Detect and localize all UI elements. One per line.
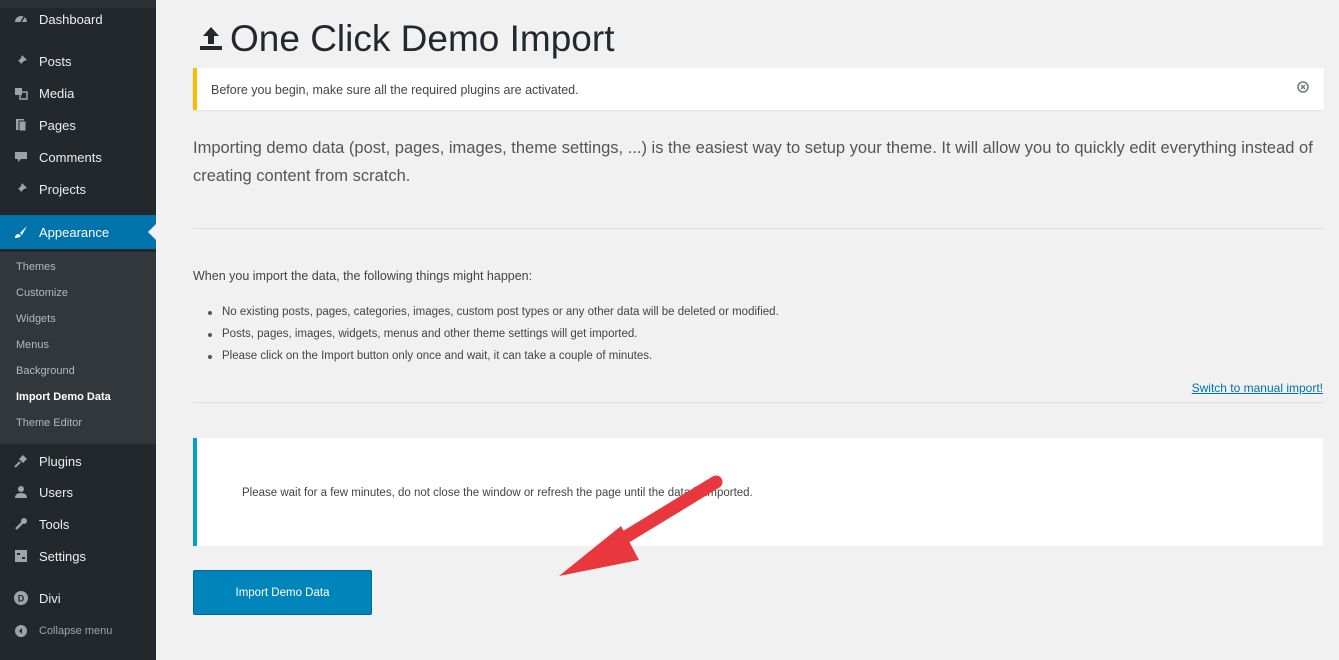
settings-icon <box>11 546 31 566</box>
menu-item-comments[interactable]: Comments <box>0 142 156 172</box>
menu-item-settings[interactable]: Settings <box>0 541 156 571</box>
divi-icon: D <box>11 588 31 608</box>
menu-item-plugins[interactable]: Plugins <box>0 446 156 476</box>
admin-sidebar: Dashboard Posts Media Pages Comments Pro… <box>0 0 156 660</box>
menu-item-label: Users <box>39 484 73 500</box>
switch-to-manual-import-link[interactable]: Switch to manual import! <box>1192 381 1323 395</box>
pin-icon <box>11 51 31 71</box>
appearance-submenu: Themes Customize Widgets Menus Backgroun… <box>0 252 156 444</box>
upload-icon <box>198 25 224 53</box>
menu-item-label: Media <box>39 85 75 101</box>
svg-text:D: D <box>18 594 25 604</box>
page-title-text: One Click Demo Import <box>230 18 615 59</box>
notice-text: Before you begin, make sure all the requ… <box>211 83 579 97</box>
menu-item-label: Projects <box>39 181 86 197</box>
divider <box>193 402 1324 403</box>
dismiss-notice-button[interactable] <box>1296 80 1310 94</box>
media-icon <box>11 83 31 103</box>
menu-item-label: Collapse menu <box>39 625 113 637</box>
menu-item-label: Pages <box>39 117 76 133</box>
collapse-menu-button[interactable]: Collapse menu <box>0 616 156 646</box>
menu-item-users[interactable]: Users <box>0 477 156 507</box>
menu-item-label: Dashboard <box>39 11 103 27</box>
import-info-box: Please wait for a few minutes, do not cl… <box>193 438 1323 546</box>
menu-item-media[interactable]: Media <box>0 78 156 108</box>
collapse-icon <box>11 621 31 641</box>
menu-item-projects[interactable]: Projects <box>0 174 156 204</box>
page-title: One Click Demo Import <box>198 18 615 60</box>
submenu-item-background[interactable]: Background <box>16 365 75 377</box>
submenu-item-themes[interactable]: Themes <box>16 261 56 273</box>
info-list: No existing posts, pages, categories, im… <box>206 301 779 367</box>
close-icon <box>1297 81 1309 93</box>
intro-text: Importing demo data (post, pages, images… <box>193 139 1313 185</box>
menu-item-posts[interactable]: Posts <box>0 46 156 76</box>
menu-item-dashboard[interactable]: Dashboard <box>0 4 156 34</box>
menu-item-label: Divi <box>39 590 61 606</box>
main-content: One Click Demo Import Before you begin, … <box>156 0 1339 660</box>
menu-item-divi[interactable]: D Divi <box>0 583 156 613</box>
submenu-item-widgets[interactable]: Widgets <box>16 313 56 325</box>
comments-icon <box>11 147 31 167</box>
warning-notice: Before you begin, make sure all the requ… <box>193 68 1324 110</box>
menu-item-label: Tools <box>39 516 70 532</box>
annotation-arrow <box>559 475 723 576</box>
list-item: Please click on the Import button only o… <box>206 345 779 367</box>
pin-icon <box>11 179 31 199</box>
menu-item-appearance[interactable]: Appearance <box>0 215 156 249</box>
import-demo-data-button[interactable]: Import Demo Data <box>193 570 372 615</box>
submenu-item-customize[interactable]: Customize <box>16 287 68 299</box>
pages-icon <box>11 115 31 135</box>
submenu-item-import-demo-data[interactable]: Import Demo Data <box>16 391 111 403</box>
menu-item-label: Plugins <box>39 453 82 469</box>
menu-item-label: Comments <box>39 149 102 165</box>
menu-item-label: Settings <box>39 548 86 564</box>
plugins-icon <box>11 451 31 471</box>
paintbrush-icon <box>11 222 31 242</box>
submenu-item-menus[interactable]: Menus <box>16 339 49 351</box>
list-item: Posts, pages, images, widgets, menus and… <box>206 323 779 345</box>
menu-item-tools[interactable]: Tools <box>0 509 156 539</box>
list-item: No existing posts, pages, categories, im… <box>206 301 779 323</box>
what-happens-heading: When you import the data, the following … <box>193 269 533 283</box>
divider <box>193 228 1324 229</box>
menu-item-label: Appearance <box>39 224 110 240</box>
menu-item-label: Posts <box>39 53 72 69</box>
users-icon <box>11 482 31 502</box>
tools-icon <box>11 514 31 534</box>
submenu-item-theme-editor[interactable]: Theme Editor <box>16 417 82 429</box>
menu-item-pages[interactable]: Pages <box>0 110 156 140</box>
dashboard-icon <box>11 9 31 29</box>
